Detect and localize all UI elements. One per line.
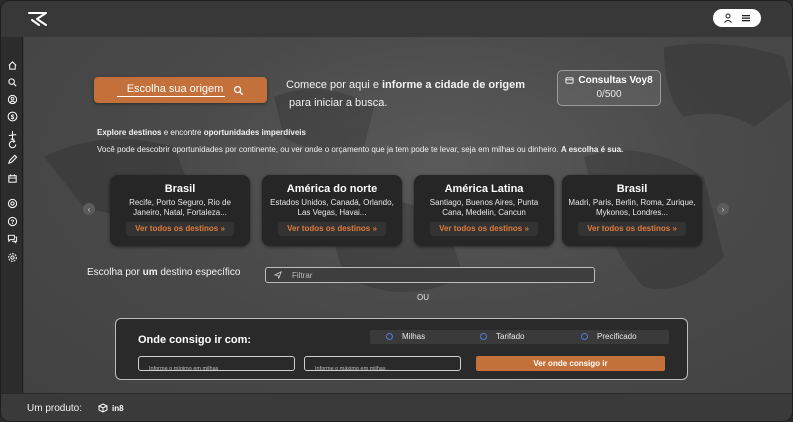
calendar-icon[interactable]: [6, 172, 18, 184]
card-description: Estados Unidos, Canadá, Orlando, Las Veg…: [270, 198, 394, 217]
user-icon[interactable]: [723, 13, 733, 23]
explore-title-bold-1: Explore destinos: [97, 128, 162, 137]
destination-filter-field[interactable]: [265, 267, 595, 283]
specific-label-suffix: destino específico: [157, 267, 241, 278]
budget-type-radio-group: Milhas Tarifado Precificado: [370, 330, 669, 344]
chat-icon[interactable]: [6, 232, 18, 244]
credits-counter: Consultas Voy8 0/500: [557, 70, 661, 106]
destination-filter-input[interactable]: [292, 270, 572, 280]
card-title: Brasil: [616, 183, 648, 195]
card-title: América Latina: [444, 183, 524, 195]
help-icon[interactable]: ?: [6, 215, 18, 227]
footer-brand[interactable]: in8: [98, 403, 124, 413]
search-icon[interactable]: [6, 76, 18, 88]
radio-circle-icon[interactable]: [386, 333, 393, 340]
destination-card: Brasil Madri, Paris, Berlin, Roma, Zuriq…: [562, 175, 702, 246]
explore-description-bold: A escolha é sua.: [560, 145, 624, 154]
or-separator: OU: [417, 293, 429, 302]
min-miles-input[interactable]: [149, 362, 289, 376]
radio-precificado-label: Precificado: [597, 332, 637, 341]
see-where-i-can-go-button[interactable]: Ver onde consigo ir: [476, 356, 665, 371]
credits-value: 0/500: [596, 89, 622, 100]
search-icon: [234, 85, 244, 95]
budget-search-panel: Onde consigo ir com: Milhas Tarifado Pre…: [115, 318, 688, 380]
main-content: Escolha sua origem Comece por aqui e inf…: [24, 37, 792, 393]
top-bar: [1, 1, 792, 37]
radio-miles-label: Milhas: [402, 332, 426, 341]
intro-suffix: para iniciar a busca.: [289, 97, 388, 109]
passport-icon[interactable]: [6, 93, 18, 105]
explore-description-text: Você pode descobrir oportunidades por co…: [97, 145, 561, 154]
radio-circle-icon[interactable]: [480, 333, 487, 340]
dollar-icon[interactable]: $: [6, 110, 18, 122]
footer: Um produto: in8: [1, 393, 792, 421]
destination-card: Brasil Recife, Porto Seguro, Rio de Jane…: [110, 175, 250, 246]
max-miles-input[interactable]: [315, 362, 455, 376]
credit-card-icon: [565, 77, 574, 84]
refresh-icon[interactable]: [6, 138, 18, 150]
cube-logo-icon: [98, 403, 108, 413]
radio-tarifado-label: Tarifado: [496, 332, 525, 341]
radio-circle-icon[interactable]: [581, 333, 588, 340]
specific-label-bold: um: [142, 267, 158, 278]
card-title: Brasil: [164, 183, 196, 195]
send-arrow-icon: [274, 271, 282, 279]
plane-arrow-logo-icon[interactable]: [27, 10, 49, 28]
explore-title-bold-2: oportunidades imperdíveis: [203, 128, 306, 137]
hamburger-menu-icon[interactable]: [741, 13, 751, 23]
choose-origin-button[interactable]: Escolha sua origem: [94, 77, 267, 103]
view-all-destinations-button[interactable]: Ver todos os destinos »: [126, 222, 234, 236]
footer-label: Um produto:: [27, 403, 83, 414]
radio-miles[interactable]: Milhas: [386, 332, 425, 341]
home-icon[interactable]: [6, 59, 18, 71]
specific-destination-label: Escolha por um destino específico: [87, 267, 240, 278]
user-menu-pill[interactable]: [713, 9, 761, 27]
origin-intro-text: Comece por aqui e informe a cidade de or…: [286, 76, 525, 112]
carousel-prev-button[interactable]: ‹: [83, 203, 95, 215]
card-title: América do norte: [286, 183, 378, 195]
min-miles-field[interactable]: [138, 356, 295, 376]
view-all-destinations-button[interactable]: Ver todos os destinos »: [278, 222, 386, 236]
explore-title-mid: e encontre: [161, 128, 204, 137]
view-all-destinations-button[interactable]: Ver todos os destinos »: [430, 222, 538, 236]
radio-tarifado[interactable]: Tarifado: [480, 332, 524, 341]
view-all-destinations-button[interactable]: Ver todos os destinos »: [578, 222, 686, 236]
footer-brand-name: in8: [112, 403, 124, 413]
settings-icon[interactable]: [6, 251, 18, 263]
edit-icon[interactable]: [6, 153, 18, 165]
destination-card: América do norte Estados Unidos, Canadá,…: [262, 175, 402, 246]
card-description: Santiago, Buenos Aires, Punta Cana, Mede…: [429, 198, 539, 217]
carousel-next-button[interactable]: ›: [717, 203, 729, 215]
intro-bold: informe a cidade de origem: [382, 79, 526, 91]
intro-prefix: Comece por aqui e: [286, 79, 382, 91]
target-icon[interactable]: [6, 197, 18, 209]
app-frame: $ ? Escolha sua origem Comece por aqui e…: [0, 0, 793, 422]
radio-precificado[interactable]: Precificado: [581, 332, 637, 341]
max-miles-field[interactable]: [304, 356, 461, 376]
choose-origin-label: Escolha sua origem: [116, 83, 226, 97]
card-description: Madri, Paris, Berlin, Roma, Zurique, Myk…: [568, 198, 696, 217]
card-description: Recife, Porto Seguro, Rio de Janeiro, Na…: [129, 198, 231, 217]
sidebar: $ ?: [1, 37, 23, 393]
budget-title: Onde consigo ir com:: [138, 334, 252, 346]
svg-text:?: ?: [10, 218, 14, 225]
explore-description: Você pode descobrir oportunidades por co…: [97, 145, 623, 154]
svg-text:$: $: [10, 113, 14, 120]
specific-label-prefix: Escolha por: [87, 267, 143, 278]
destination-card: América Latina Santiago, Buenos Aires, P…: [414, 175, 554, 246]
credits-title: Consultas Voy8: [578, 75, 653, 86]
explore-title: Explore destinos e encontre oportunidade…: [97, 128, 306, 137]
